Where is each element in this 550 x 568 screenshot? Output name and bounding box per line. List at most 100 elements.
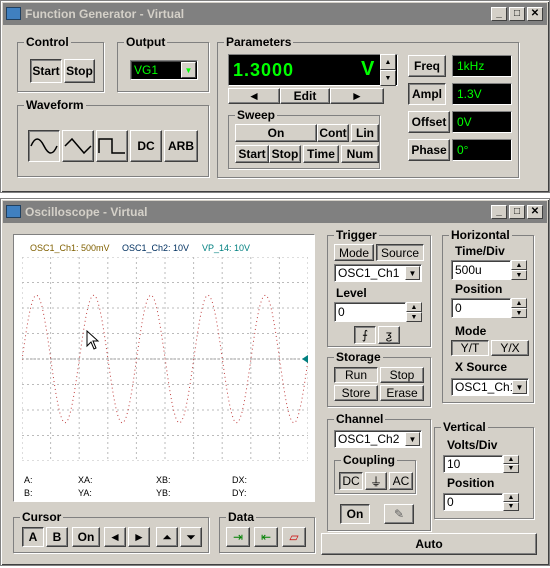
osc-title-bar[interactable]: Oscilloscope - Virtual _ □ ✕ <box>3 201 547 223</box>
cursor-up-button[interactable]: ⏶ <box>156 527 178 547</box>
coupling-dc-button[interactable]: DC <box>339 472 363 490</box>
channel-color-button[interactable]: ✎ <box>384 504 414 524</box>
trigger-source-button[interactable]: Source <box>376 244 424 261</box>
voltsdiv-spinner[interactable]: ▲ ▼ <box>503 455 519 473</box>
v-position-input[interactable]: 0 <box>443 493 503 511</box>
rising-edge-button[interactable]: ⨍ <box>354 326 376 344</box>
arb-button[interactable]: ARB <box>164 130 198 162</box>
minimize-icon[interactable]: _ <box>491 205 507 219</box>
cursor-b-button[interactable]: B <box>46 527 68 547</box>
chevron-down-icon[interactable]: ▼ <box>181 62 196 78</box>
cursor-down-button[interactable]: ⏷ <box>180 527 202 547</box>
function-generator-window: Function Generator - Virtual _ □ ✕ Contr… <box>0 0 550 193</box>
trigger-level-input[interactable]: 0 <box>334 302 406 322</box>
chevron-down-icon[interactable]: ▼ <box>512 380 527 394</box>
maximize-icon[interactable]: □ <box>509 7 525 21</box>
storage-stop-button[interactable]: Stop <box>380 367 424 383</box>
cursor-right-button[interactable]: ► <box>128 527 150 547</box>
spin-down-icon[interactable]: ▼ <box>406 312 422 322</box>
ampl-button[interactable]: Ampl <box>408 83 446 105</box>
h-position-input[interactable]: 0 <box>451 298 511 318</box>
sweep-time-button[interactable]: Time <box>303 145 339 163</box>
ampl-value[interactable]: 1.3V <box>452 83 512 105</box>
timediv-spinner[interactable]: ▲ ▼ <box>511 260 527 280</box>
cursor-a-button[interactable]: A <box>22 527 44 547</box>
vertical-label: Vertical <box>441 420 488 434</box>
chevron-down-icon[interactable]: ▼ <box>405 266 420 280</box>
spin-up-icon[interactable]: ▲ <box>511 260 527 270</box>
sweep-cont-button[interactable]: Cont <box>317 124 349 142</box>
graph-button[interactable]: ▱ <box>282 527 306 547</box>
horizontal-group: Horizontal Time/Div 500u ▲ ▼ Position 0 ▲… <box>442 228 534 403</box>
trigger-marker-icon[interactable] <box>302 355 308 363</box>
start-button[interactable]: Start <box>30 59 62 83</box>
display-spinner[interactable]: ▲ ▼ <box>380 54 396 86</box>
offset-button[interactable]: Offset <box>408 111 450 133</box>
chevron-down-icon[interactable]: ▼ <box>405 432 420 446</box>
v-position-label: Position <box>447 476 495 490</box>
import-data-button[interactable]: ⇥ <box>226 527 250 547</box>
cursor-left-button[interactable]: ◄ <box>104 527 126 547</box>
xsource-select[interactable]: OSC1_Ch1 ▼ <box>451 378 529 396</box>
sine-wave-icon <box>30 138 58 154</box>
maximize-icon[interactable]: □ <box>509 205 525 219</box>
scope-display[interactable]: OSC1_Ch1: 500mV OSC1_Ch2: 10V VP_14: 10V… <box>13 234 315 502</box>
storage-store-button[interactable]: Store <box>334 385 378 401</box>
spin-up-icon[interactable]: ▲ <box>503 493 519 502</box>
spin-down-icon[interactable]: ▼ <box>511 270 527 280</box>
spin-up-icon[interactable]: ▲ <box>380 54 396 70</box>
spin-down-icon[interactable]: ▼ <box>511 308 527 318</box>
cursor-on-button[interactable]: On <box>72 527 100 547</box>
sweep-num-button[interactable]: Num <box>341 145 379 163</box>
edit-right-button[interactable]: ► <box>330 88 384 104</box>
spin-up-icon[interactable]: ▲ <box>503 455 519 464</box>
stop-button[interactable]: Stop <box>64 59 95 83</box>
output-select[interactable]: VG1 ▼ <box>130 60 198 80</box>
trigger-mode-button[interactable]: Mode <box>334 244 374 261</box>
trigger-source-select[interactable]: OSC1_Ch1 ▼ <box>334 264 422 282</box>
edit-left-button[interactable]: ◄ <box>228 88 280 104</box>
freq-button[interactable]: Freq <box>408 55 446 77</box>
auto-button[interactable]: Auto <box>321 533 537 555</box>
yx-button[interactable]: Y/X <box>491 340 529 356</box>
phase-value[interactable]: 0° <box>452 139 512 161</box>
edit-button[interactable]: Edit <box>280 88 330 104</box>
phase-button[interactable]: Phase <box>408 139 450 161</box>
coupling-ac-button[interactable]: AC <box>389 472 413 490</box>
storage-erase-button[interactable]: Erase <box>380 385 424 401</box>
storage-group: Storage Run Stop Store Erase <box>327 350 431 407</box>
coupling-ground-button[interactable]: ⏚ <box>365 472 387 490</box>
fg-title-bar[interactable]: Function Generator - Virtual _ □ ✕ <box>3 3 547 25</box>
spin-down-icon[interactable]: ▼ <box>380 70 396 86</box>
sweep-stop-button[interactable]: Stop <box>269 145 301 163</box>
sweep-lin-button[interactable]: Lin <box>351 124 379 142</box>
sine-wave-button[interactable] <box>28 130 60 162</box>
channel-select[interactable]: OSC1_Ch2 ▼ <box>334 430 422 448</box>
sweep-on-button[interactable]: On <box>235 124 317 142</box>
close-icon[interactable]: ✕ <box>527 7 543 21</box>
storage-run-button[interactable]: Run <box>334 367 378 383</box>
sweep-start-button[interactable]: Start <box>235 145 269 163</box>
coupling-group: Coupling DC ⏚ AC <box>334 453 416 494</box>
dc-button[interactable]: DC <box>130 130 162 162</box>
v-position-spinner[interactable]: ▲ ▼ <box>503 493 519 511</box>
offset-value[interactable]: 0V <box>452 111 512 133</box>
freq-value[interactable]: 1kHz <box>452 55 512 77</box>
spin-up-icon[interactable]: ▲ <box>511 298 527 308</box>
yt-button[interactable]: Y/T <box>451 340 489 356</box>
voltsdiv-input[interactable]: 10 <box>443 455 503 473</box>
minimize-icon[interactable]: _ <box>491 7 507 21</box>
falling-edge-button[interactable]: ƺ <box>378 326 400 344</box>
trigger-level-spinner[interactable]: ▲ ▼ <box>406 302 422 322</box>
triangle-wave-button[interactable] <box>62 130 94 162</box>
timediv-input[interactable]: 500u <box>451 260 511 280</box>
spin-down-icon[interactable]: ▼ <box>503 502 519 511</box>
channel-on-button[interactable]: On <box>340 504 370 524</box>
h-position-spinner[interactable]: ▲ ▼ <box>511 298 527 318</box>
spin-down-icon[interactable]: ▼ <box>503 464 519 473</box>
spin-up-icon[interactable]: ▲ <box>406 302 422 312</box>
legend-ch1: OSC1_Ch1: 500mV <box>30 243 110 253</box>
export-data-button[interactable]: ⇤ <box>254 527 278 547</box>
square-wave-button[interactable] <box>96 130 128 162</box>
close-icon[interactable]: ✕ <box>527 205 543 219</box>
